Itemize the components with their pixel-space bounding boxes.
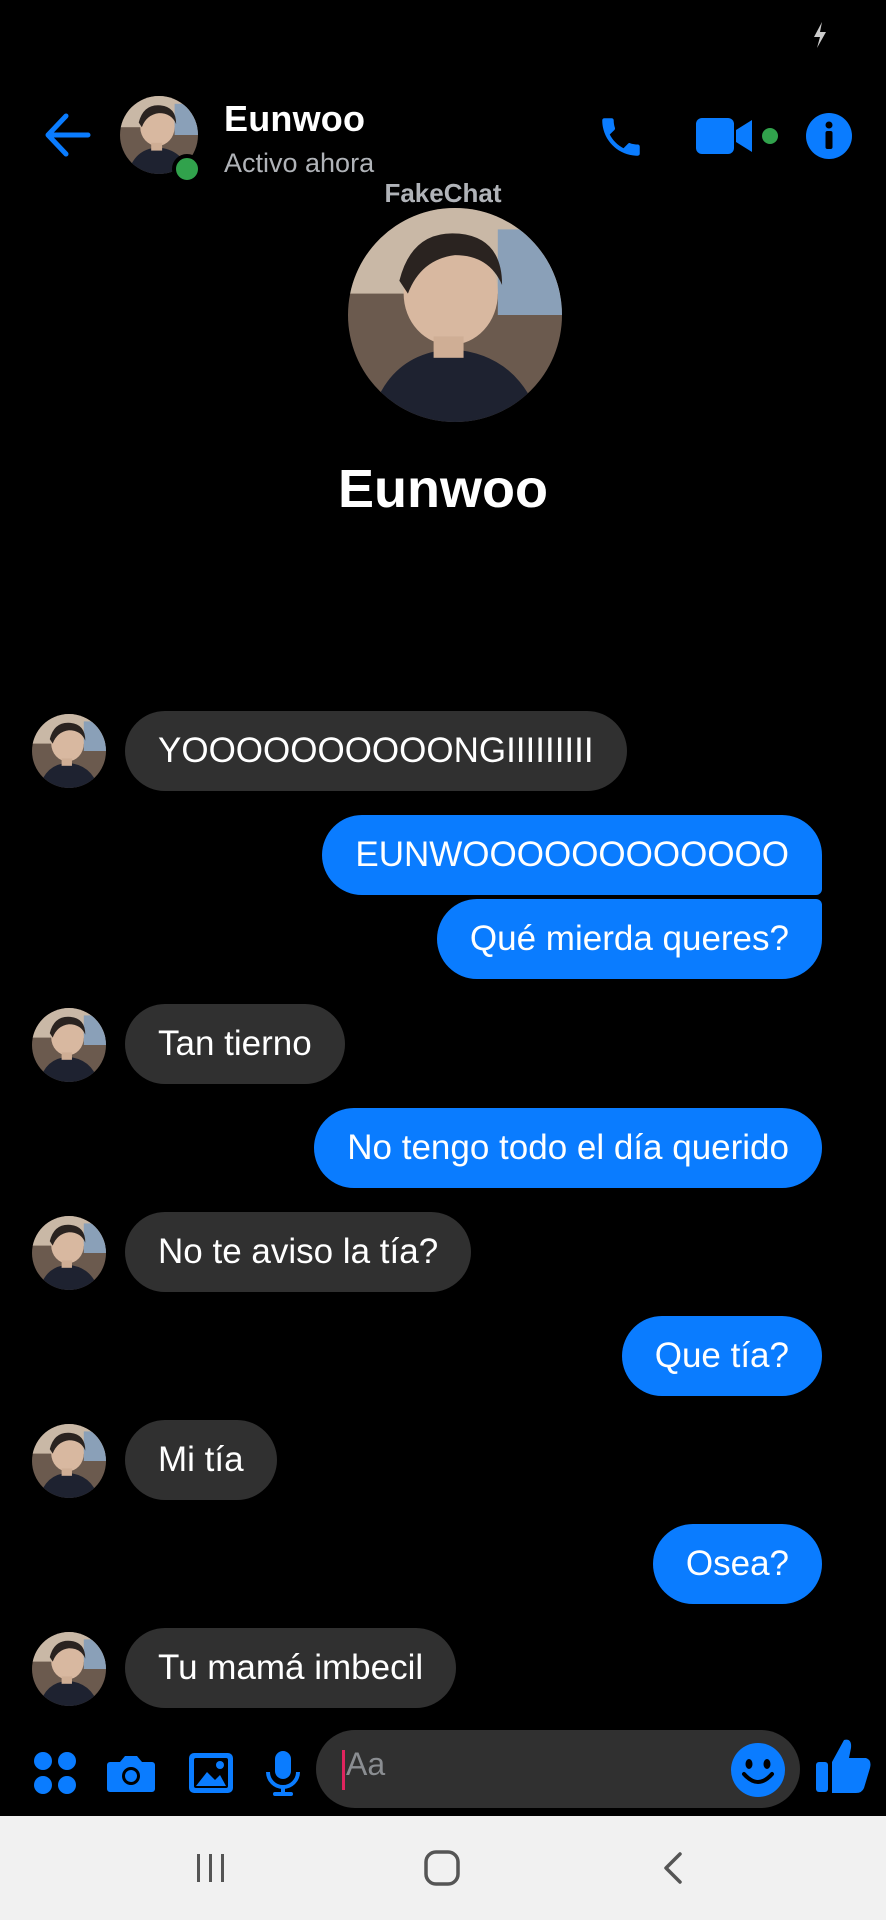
camera-icon[interactable] [106, 1748, 156, 1798]
text-cursor [342, 1750, 345, 1790]
image-icon[interactable] [186, 1748, 236, 1798]
contact-name[interactable]: Eunwoo [224, 98, 365, 140]
message-avatar[interactable] [32, 714, 106, 788]
contact-status: Activo ahora [224, 148, 375, 178]
video-camera-icon[interactable] [696, 116, 756, 156]
video-active-indicator [762, 128, 778, 144]
outgoing-message[interactable]: Qué mierda queres? [436, 899, 822, 979]
message-avatar[interactable] [32, 1216, 106, 1290]
profile-name: Eunwoo [338, 459, 548, 519]
message-avatar[interactable] [32, 1632, 106, 1706]
incoming-message[interactable]: Tan tierno [125, 1004, 345, 1084]
thumbs-up-icon[interactable] [814, 1736, 872, 1796]
outgoing-message[interactable]: No tengo todo el día querido [314, 1108, 822, 1188]
outgoing-message[interactable]: EUNWOOOOOOOOOOOO [322, 815, 822, 895]
microphone-icon[interactable] [258, 1748, 308, 1798]
incoming-message[interactable]: Tu mamá imbecil [125, 1628, 457, 1708]
incoming-message[interactable]: Mi tía [125, 1420, 277, 1500]
message-avatar[interactable] [32, 1008, 106, 1082]
message-avatar[interactable] [32, 1424, 106, 1498]
recents-icon[interactable] [191, 1848, 231, 1888]
outgoing-message[interactable]: Osea? [652, 1524, 822, 1604]
home-icon[interactable] [422, 1848, 462, 1888]
info-icon[interactable] [806, 113, 852, 159]
outgoing-message[interactable]: Que tía? [621, 1316, 822, 1396]
four-dots-icon[interactable] [30, 1748, 80, 1798]
lightning-icon [812, 22, 828, 48]
incoming-message[interactable]: No te aviso la tía? [125, 1212, 472, 1292]
back-chevron-icon[interactable] [654, 1848, 694, 1888]
profile-photo[interactable] [348, 208, 562, 422]
watermark: FakeChat [384, 178, 502, 208]
phone-icon[interactable] [596, 112, 646, 162]
emoji-icon[interactable] [730, 1742, 786, 1798]
back-arrow-icon[interactable] [42, 110, 92, 160]
message-input[interactable] [316, 1730, 800, 1808]
incoming-message[interactable]: YOOOOOOOOOONGIIIIIIIII [125, 711, 627, 791]
message-input-placeholder: Aa [346, 1746, 386, 1782]
